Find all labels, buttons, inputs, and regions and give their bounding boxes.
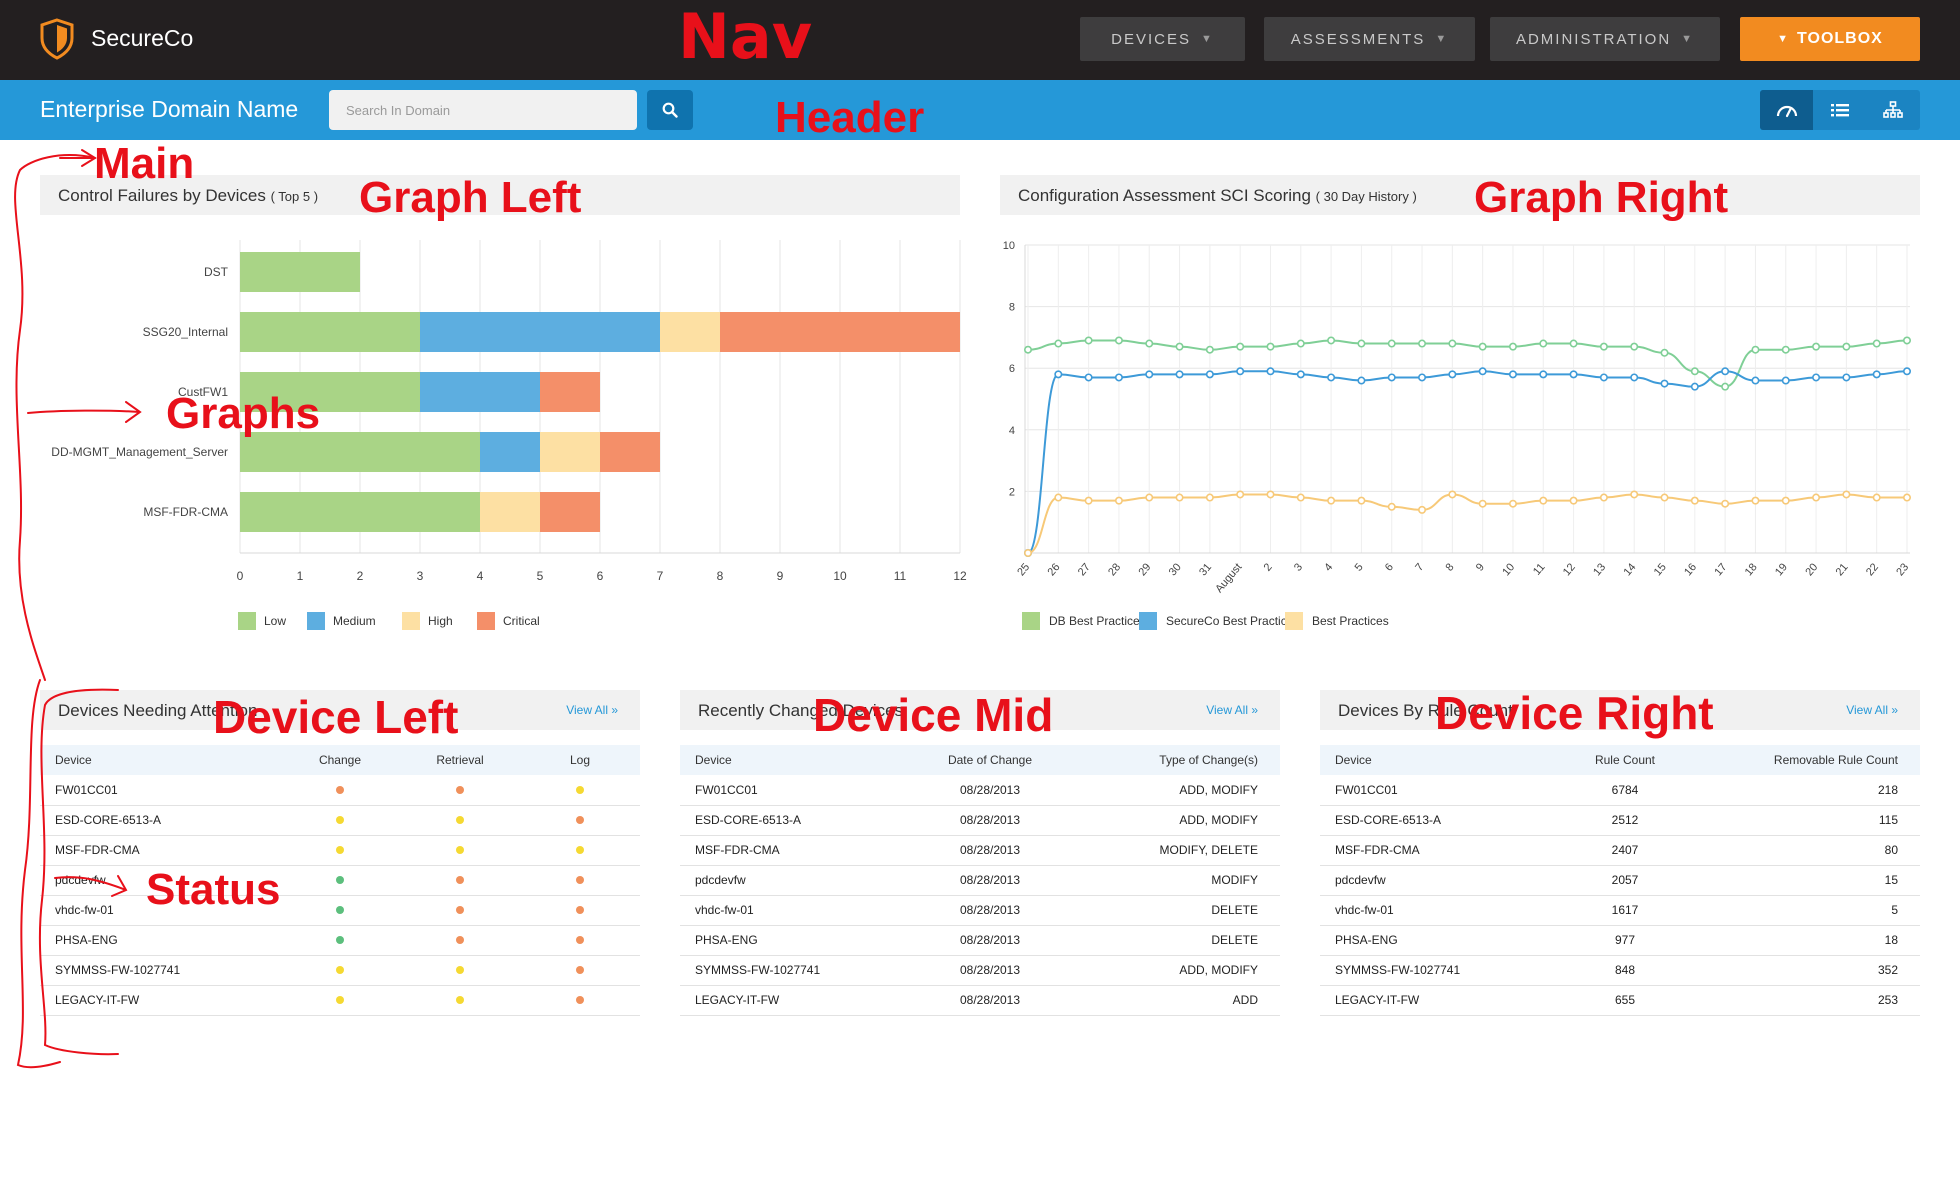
device-mid-annotation: Device Mid (813, 689, 1053, 741)
graph-right-annotation: Graph Right (1474, 173, 1729, 222)
main-annotation: Main (94, 139, 194, 188)
annotation-overlay: Nav Header Main Graph Left Graph Right G… (14, 0, 1729, 1069)
device-bracket-mark (38, 688, 119, 1056)
device-left-annotation: Device Left (213, 691, 458, 743)
status-annotation: Status (146, 865, 280, 914)
graph-left-annotation: Graph Left (359, 173, 582, 222)
device-right-annotation: Device Right (1435, 687, 1714, 739)
graphs-annotation: Graphs (166, 389, 320, 438)
nav-annotation: Nav (678, 0, 812, 73)
main-left-bracket-mark (16, 679, 61, 1069)
main-bracket-mark (14, 154, 96, 681)
status-arrow-mark (54, 875, 128, 897)
graphs-arrow-mark (27, 401, 142, 423)
main-arrow-mark (59, 149, 97, 167)
dashboard-page: SecureCo DEVICES ▼ ASSESSMENTS ▼ ADMINIS… (0, 0, 1960, 1200)
header-annotation: Header (775, 93, 924, 142)
